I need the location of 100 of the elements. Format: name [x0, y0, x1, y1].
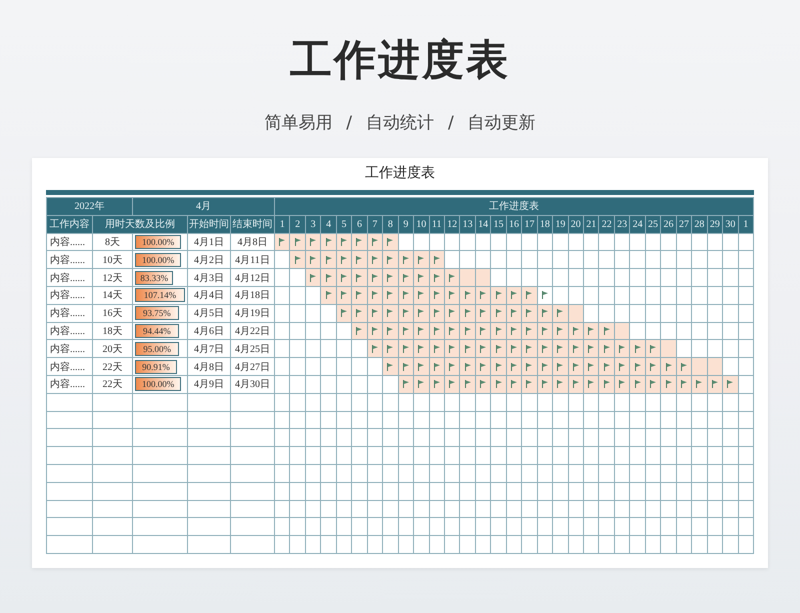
empty-cell	[306, 394, 322, 412]
table-cell: 4月19日	[231, 304, 275, 323]
empty-cell	[414, 464, 430, 483]
empty-cell	[414, 429, 430, 448]
empty-cell	[275, 518, 290, 536]
empty-cell	[321, 412, 337, 430]
empty-cell	[568, 412, 584, 430]
day-header: 24	[630, 216, 646, 234]
empty-cell	[553, 429, 569, 448]
empty-cell	[383, 482, 399, 501]
table-cell: 4月6日	[188, 322, 231, 340]
empty-cell	[476, 482, 492, 501]
table-cell: 4月25日	[231, 340, 275, 358]
empty-cell	[476, 518, 492, 536]
empty-cell	[444, 518, 460, 536]
empty-cell	[676, 500, 692, 518]
empty-cell	[568, 429, 584, 448]
empty-cell	[275, 447, 290, 465]
empty-cell	[188, 429, 231, 448]
empty-cell	[368, 500, 384, 518]
empty-cell	[306, 464, 322, 483]
empty-cell	[522, 518, 538, 536]
table-cell: 内容......	[47, 322, 93, 340]
empty-cell	[599, 482, 615, 501]
day-header: 30	[723, 216, 739, 234]
table-cell: 4月3日	[188, 269, 231, 287]
empty-cell	[460, 500, 476, 518]
empty-cell	[630, 518, 646, 536]
empty-cell	[614, 429, 630, 448]
empty-cell	[93, 429, 133, 448]
empty-cell	[306, 500, 322, 518]
empty-cell	[599, 464, 615, 483]
empty-cell	[336, 429, 352, 448]
table-cell: 4月2日	[188, 251, 231, 270]
empty-cell	[723, 464, 739, 483]
empty-cell	[630, 464, 646, 483]
day-header: 13	[460, 216, 476, 234]
empty-cell	[383, 500, 399, 518]
empty-cell	[444, 412, 460, 430]
empty-cell	[352, 429, 368, 448]
empty-cell	[599, 447, 615, 465]
empty-cell	[491, 482, 507, 501]
empty-cell	[398, 447, 414, 465]
table-cell: 4月27日	[231, 358, 275, 376]
empty-cell	[430, 518, 445, 536]
empty-cell	[522, 447, 538, 465]
table-cell: 4月8日	[188, 358, 231, 376]
empty-cell	[538, 447, 554, 465]
empty-cell	[275, 412, 290, 430]
empty-cell	[352, 447, 368, 465]
empty-cell	[491, 464, 507, 483]
column-header: 结束时间	[231, 216, 275, 234]
empty-cell	[383, 447, 399, 465]
empty-cell	[614, 518, 630, 536]
empty-cell	[383, 429, 399, 448]
empty-cell	[692, 464, 708, 483]
empty-cell	[584, 429, 600, 448]
table-cell: 内容......	[47, 286, 93, 305]
empty-cell	[133, 500, 188, 518]
empty-cell	[522, 412, 538, 430]
empty-cell	[723, 429, 739, 448]
empty-cell	[708, 482, 724, 501]
empty-cell	[614, 500, 630, 518]
empty-cell	[231, 429, 275, 448]
empty-cell	[646, 518, 662, 536]
empty-cell	[398, 482, 414, 501]
empty-cell	[398, 464, 414, 483]
empty-cell	[336, 518, 352, 536]
empty-cell	[275, 500, 290, 518]
day-header: 17	[522, 216, 538, 234]
empty-cell	[290, 429, 306, 448]
table-cell: 10天	[93, 251, 133, 270]
day-header: 4	[321, 216, 337, 234]
empty-cell	[599, 518, 615, 536]
empty-cell	[614, 412, 630, 430]
empty-cell	[188, 412, 231, 430]
empty-cell	[568, 482, 584, 501]
empty-cell	[553, 464, 569, 483]
empty-cell	[383, 394, 399, 412]
table-cell: 22天	[93, 358, 133, 376]
empty-cell	[368, 482, 384, 501]
empty-cell	[275, 394, 290, 412]
empty-cell	[306, 518, 322, 536]
tagline-item: 简单易用	[264, 112, 332, 134]
column-header: 用时天数及比例	[93, 216, 188, 234]
empty-cell	[336, 412, 352, 430]
empty-cell	[133, 482, 188, 501]
empty-cell	[708, 464, 724, 483]
table-cell: 8天	[93, 234, 133, 252]
empty-cell	[646, 429, 662, 448]
empty-cell	[460, 482, 476, 501]
empty-cell	[584, 482, 600, 501]
empty-cell	[368, 412, 384, 430]
table-cell: 14天	[93, 286, 133, 305]
empty-cell	[506, 464, 522, 483]
empty-cell	[188, 447, 231, 465]
ratio-bar: 95.00%	[135, 342, 180, 356]
empty-cell	[538, 412, 554, 430]
empty-cell	[599, 412, 615, 430]
empty-cell	[723, 518, 739, 536]
